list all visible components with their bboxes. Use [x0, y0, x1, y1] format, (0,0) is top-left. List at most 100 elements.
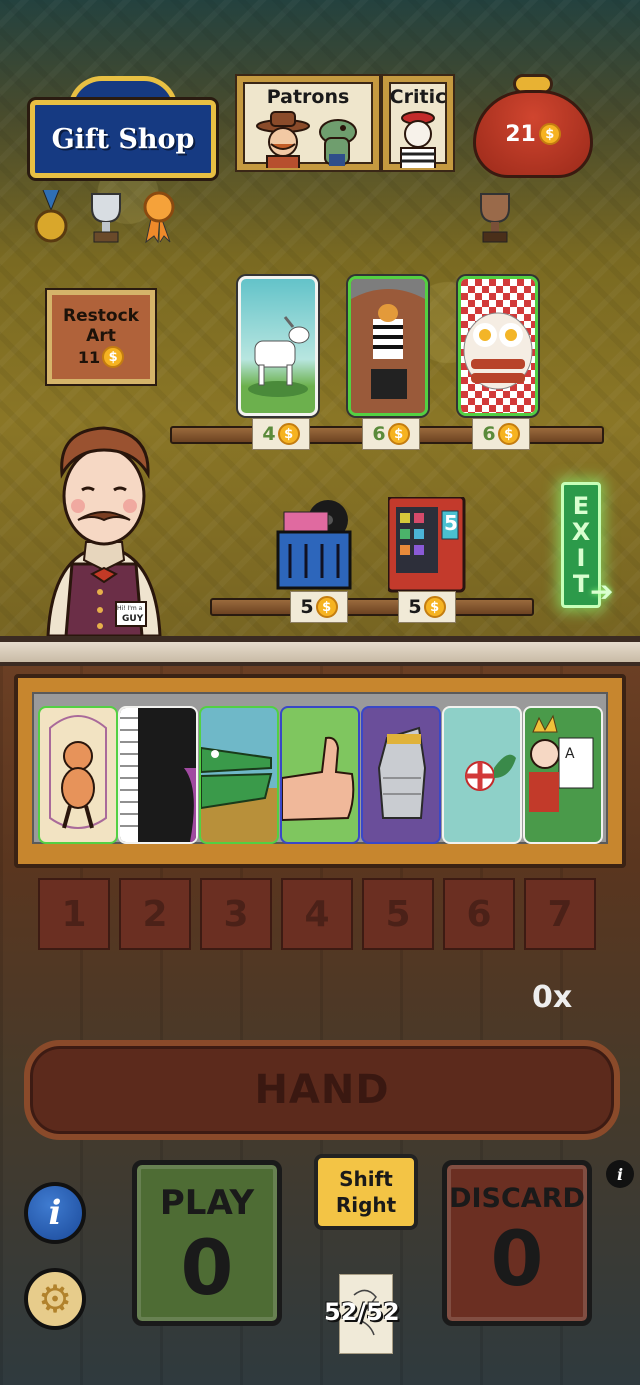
- shop-title: Gift Shop: [51, 123, 195, 155]
- exit-letter: I: [576, 544, 586, 572]
- record-crate-item[interactable]: [276, 498, 356, 598]
- critic-label: Critic: [389, 86, 447, 108]
- goat-illustration: [248, 316, 310, 397]
- hand-card-armored-gauntlet[interactable]: [361, 706, 441, 844]
- svg-text:A: A: [565, 746, 575, 762]
- eggs-bacon-illustration: [461, 279, 535, 413]
- info-button[interactable]: i: [24, 1182, 86, 1244]
- vending-display: 5: [444, 511, 458, 535]
- card-slot-3[interactable]: 3: [200, 878, 272, 950]
- coin-icon: $: [538, 123, 561, 145]
- discard-info-icon[interactable]: i: [606, 1160, 634, 1188]
- purse-bag: 21 $: [473, 90, 593, 178]
- peppermint-art: [465, 754, 516, 791]
- coin-icon: $: [277, 423, 300, 445]
- card-slot-2[interactable]: 2: [119, 878, 191, 950]
- exit-letter: E: [572, 492, 590, 520]
- patrons-frame[interactable]: Patrons: [237, 76, 379, 170]
- shift-label-line2: Right: [335, 1193, 397, 1217]
- card-slot-7[interactable]: 7: [524, 878, 596, 950]
- card-slot-1[interactable]: 1: [38, 878, 110, 950]
- hand-card-piano-keys[interactable]: [118, 706, 198, 844]
- hand-card-jump-rope-cat[interactable]: [38, 706, 118, 844]
- discard-count: 0: [490, 1214, 544, 1303]
- restock-line1: Restock: [63, 306, 139, 326]
- shopkeeper: Hi! I'm a GUY: [38, 424, 170, 638]
- item-shelf: [210, 598, 534, 616]
- score-multiplier: 0x: [532, 980, 573, 1015]
- exit-letter: T: [572, 570, 590, 598]
- art-card-striped-dog[interactable]: [348, 276, 428, 416]
- coin-icon: $: [387, 423, 410, 445]
- card-slot-5[interactable]: 5: [362, 878, 434, 950]
- crocodile-art: [201, 746, 277, 842]
- gear-icon: ⚙: [37, 1277, 73, 1321]
- price-tag-striped-dog: 6 $: [362, 418, 420, 450]
- play-count: 0: [180, 1223, 234, 1312]
- patrons-portrait: [256, 111, 357, 168]
- card-slot-6[interactable]: 6: [443, 878, 515, 950]
- coin-icon: $: [423, 596, 446, 618]
- hand-card-crocodile[interactable]: [199, 706, 279, 844]
- name-badge-line1: Hi! I'm a: [117, 605, 143, 612]
- card-tray-inner: A: [32, 692, 608, 844]
- piano-keys-art: [120, 708, 196, 842]
- restock-cost-value: 11: [77, 347, 101, 367]
- price-tag-record-crate: 5 $: [290, 591, 348, 623]
- card-slot-4[interactable]: 4: [281, 878, 353, 950]
- coin-icon: $: [315, 596, 338, 618]
- coin-icon: $: [102, 346, 125, 368]
- jump-rope-cat-art: [49, 715, 107, 829]
- discard-button[interactable]: DISCARD 0: [442, 1160, 592, 1326]
- exit-arrow-icon: ➔: [590, 575, 614, 608]
- info-icon: i: [48, 1193, 62, 1233]
- hand-bar: HAND: [24, 1040, 620, 1140]
- price-value: 5: [300, 596, 314, 618]
- price-tag-goat: 4 $: [252, 418, 310, 450]
- discard-label: DISCARD: [449, 1183, 585, 1214]
- critic-frame[interactable]: Critic: [383, 76, 453, 170]
- thumbs-up-art: [282, 736, 355, 822]
- play-label: PLAY: [159, 1183, 255, 1223]
- patrons-label: Patrons: [266, 86, 350, 108]
- art-card-eggs-bacon[interactable]: [458, 276, 538, 416]
- king-cards-art: A: [529, 714, 594, 812]
- shopkeeper-illustration: [46, 426, 162, 638]
- hand-card-king-cards[interactable]: A: [523, 706, 603, 844]
- gift-shop-sign: Gift Shop: [30, 76, 216, 178]
- vending-machine-item[interactable]: 5: [386, 495, 466, 597]
- card-tray: A: [14, 674, 626, 868]
- shift-right-button[interactable]: Shift Right: [314, 1154, 418, 1230]
- orange-ribbon-icon[interactable]: [140, 190, 178, 249]
- hand-card-peppermint[interactable]: [442, 706, 522, 844]
- play-button[interactable]: PLAY 0: [132, 1160, 282, 1326]
- coin-purse: 21 $: [473, 74, 593, 180]
- price-value: 5: [408, 596, 422, 618]
- shop-counter: [0, 636, 640, 666]
- deck-count: 52/52: [324, 1298, 400, 1326]
- name-badge-line2: GUY: [122, 614, 144, 624]
- price-value: 4: [262, 423, 276, 445]
- shift-label-line1: Shift: [339, 1167, 393, 1191]
- settings-button[interactable]: ⚙: [24, 1268, 86, 1330]
- restock-art-button[interactable]: Restock Art 11 $: [47, 290, 155, 384]
- critic-portrait: [400, 111, 436, 168]
- coin-total: 21: [505, 121, 536, 147]
- record-crate-icon: [276, 500, 352, 590]
- gold-medal-icon[interactable]: [33, 189, 69, 249]
- sign-plate: Gift Shop: [30, 100, 216, 178]
- striped-dog-illustration: [351, 279, 425, 413]
- price-value: 6: [482, 423, 496, 445]
- exit-letter: X: [571, 518, 591, 546]
- silver-trophy-icon[interactable]: [84, 192, 128, 249]
- art-card-goat[interactable]: [238, 276, 318, 416]
- price-tag-vending-machine: 5 $: [398, 591, 456, 623]
- bronze-trophy-icon[interactable]: [473, 192, 517, 249]
- hand-card-thumbs-up[interactable]: [280, 706, 360, 844]
- armored-gauntlet-art: [377, 726, 427, 819]
- price-value: 6: [372, 423, 386, 445]
- restock-line2: Art: [86, 326, 116, 346]
- price-tag-eggs-bacon: 6 $: [472, 418, 530, 450]
- restock-cost: 11 $: [77, 346, 125, 368]
- hand-label: HAND: [254, 1067, 390, 1113]
